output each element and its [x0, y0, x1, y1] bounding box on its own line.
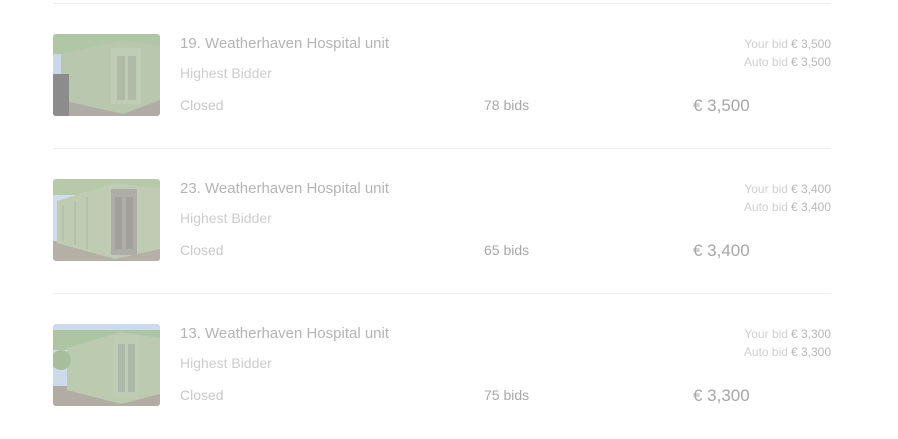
bid-info: Your bid € 3,500 Auto bid € 3,500	[744, 35, 831, 71]
lot-state: Closed	[180, 97, 224, 113]
auto-bid-value: € 3,500	[790, 55, 831, 69]
current-price: € 3,300	[693, 386, 750, 405]
bid-status: Highest Bidder	[180, 355, 272, 371]
auto-bid-label: Auto bid	[743, 200, 788, 214]
bid-status: Highest Bidder	[180, 210, 272, 226]
lot-title[interactable]: 13. Weatherhaven Hospital unit	[180, 325, 389, 342]
your-bid-value: € 3,400	[790, 182, 831, 196]
your-bid-row: Your bid € 3,400	[744, 180, 831, 198]
bid-info: Your bid € 3,300 Auto bid € 3,300	[744, 325, 831, 361]
lot-title[interactable]: 23. Weatherhaven Hospital unit	[180, 180, 389, 197]
container-photo	[53, 324, 160, 406]
your-bid-label: Your bid	[744, 37, 788, 51]
your-bid-label: Your bid	[744, 327, 788, 341]
bid-count: 78 bids	[484, 97, 530, 113]
auto-bid-value: € 3,300	[790, 345, 831, 359]
auto-bid-row: Auto bid € 3,400	[744, 198, 831, 216]
lot-thumbnail[interactable]	[53, 324, 160, 406]
current-price: € 3,500	[693, 96, 750, 115]
current-price: € 3,400	[693, 241, 750, 260]
your-bid-label: Your bid	[744, 182, 788, 196]
lot-thumbnail[interactable]	[53, 34, 160, 116]
auto-bid-row: Auto bid € 3,300	[744, 343, 831, 361]
auto-bid-label: Auto bid	[743, 345, 788, 359]
your-bid-value: € 3,300	[790, 327, 831, 341]
lot-state: Closed	[180, 387, 224, 403]
lot-item[interactable]: 19. Weatherhaven Hospital unit Highest B…	[53, 4, 831, 149]
bid-count: 65 bids	[484, 242, 530, 258]
auto-bid-value: € 3,400	[790, 200, 831, 214]
your-bid-value: € 3,500	[790, 37, 831, 51]
auto-bid-row: Auto bid € 3,500	[744, 53, 831, 71]
lot-title[interactable]: 19. Weatherhaven Hospital unit	[180, 35, 389, 52]
lot-item[interactable]: 23. Weatherhaven Hospital unit Highest B…	[53, 149, 831, 294]
lot-thumbnail[interactable]	[53, 179, 160, 261]
bid-status: Highest Bidder	[180, 65, 272, 81]
auto-bid-label: Auto bid	[743, 55, 788, 69]
bid-info: Your bid € 3,400 Auto bid € 3,400	[744, 180, 831, 216]
container-photo	[53, 34, 160, 116]
bid-count: 75 bids	[484, 387, 530, 403]
your-bid-row: Your bid € 3,300	[744, 325, 831, 343]
lot-item[interactable]: 13. Weatherhaven Hospital unit Highest B…	[53, 294, 831, 439]
container-photo	[53, 179, 160, 261]
your-bid-row: Your bid € 3,500	[744, 35, 831, 53]
lot-state: Closed	[180, 242, 224, 258]
